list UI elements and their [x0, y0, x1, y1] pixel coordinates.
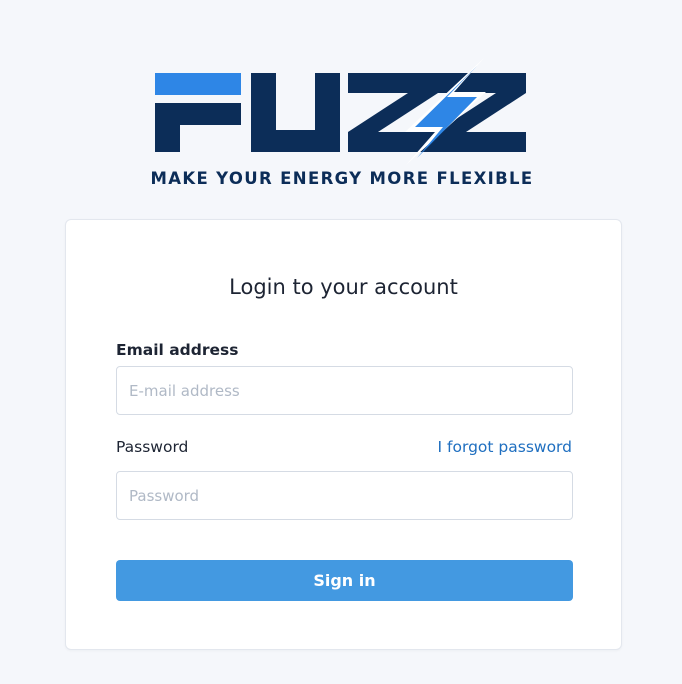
password-input[interactable]: [116, 471, 573, 520]
brand-tagline: MAKE YOUR ENERGY MORE FLEXIBLE: [150, 169, 534, 188]
login-title: Login to your account: [229, 275, 458, 299]
forgot-password-link[interactable]: I forgot password: [438, 438, 572, 456]
login-card: Login to your account Email address Pass…: [65, 219, 622, 650]
fuzz-logo-mark: [155, 58, 526, 165]
sign-in-button[interactable]: Sign in: [116, 560, 573, 601]
email-label: Email address: [116, 341, 239, 359]
email-input[interactable]: [116, 366, 573, 415]
brand-logo: MAKE YOUR ENERGY MORE FLEXIBLE: [150, 56, 534, 196]
password-label: Password: [116, 438, 189, 456]
